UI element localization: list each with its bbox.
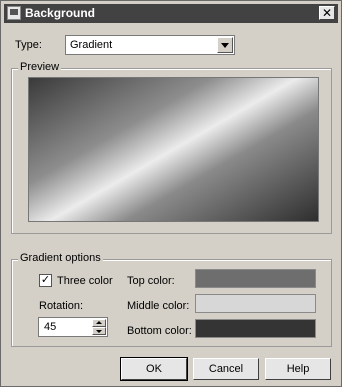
bottom-color-swatch[interactable]	[195, 319, 316, 338]
close-button[interactable]: ✕	[319, 6, 335, 20]
type-label: Type:	[15, 39, 42, 51]
chevron-down-icon[interactable]	[217, 37, 233, 53]
middle-color-label: Middle color:	[127, 300, 190, 312]
rotation-spinbox[interactable]: 45	[38, 317, 108, 337]
three-color-label[interactable]: Three color	[57, 275, 113, 287]
gradient-options-legend: Gradient options	[18, 252, 103, 264]
preview-legend: Preview	[18, 61, 62, 73]
middle-color-swatch[interactable]	[195, 294, 316, 313]
top-color-swatch[interactable]	[195, 269, 316, 288]
type-select[interactable]: Gradient	[65, 35, 235, 55]
top-color-label: Top color:	[127, 275, 175, 287]
spin-down-icon[interactable]	[92, 327, 106, 335]
rotation-label: Rotation:	[39, 300, 84, 312]
help-button[interactable]: Help	[265, 358, 331, 380]
bottom-color-label: Bottom color:	[127, 325, 192, 337]
cancel-button[interactable]: Cancel	[193, 358, 259, 380]
spin-up-icon[interactable]	[92, 319, 106, 327]
background-dialog: Background ✕ Type: Gradient Preview Grad…	[0, 0, 342, 387]
app-icon	[7, 6, 21, 20]
window-title: Background	[25, 6, 96, 20]
gradient-preview	[28, 77, 319, 222]
title-bar[interactable]: Background ✕	[4, 4, 338, 23]
ok-button[interactable]: OK	[120, 357, 188, 381]
three-color-checkbox[interactable]: ✓	[39, 274, 52, 287]
type-select-value: Gradient	[70, 39, 113, 51]
rotation-value[interactable]: 45	[44, 321, 56, 333]
